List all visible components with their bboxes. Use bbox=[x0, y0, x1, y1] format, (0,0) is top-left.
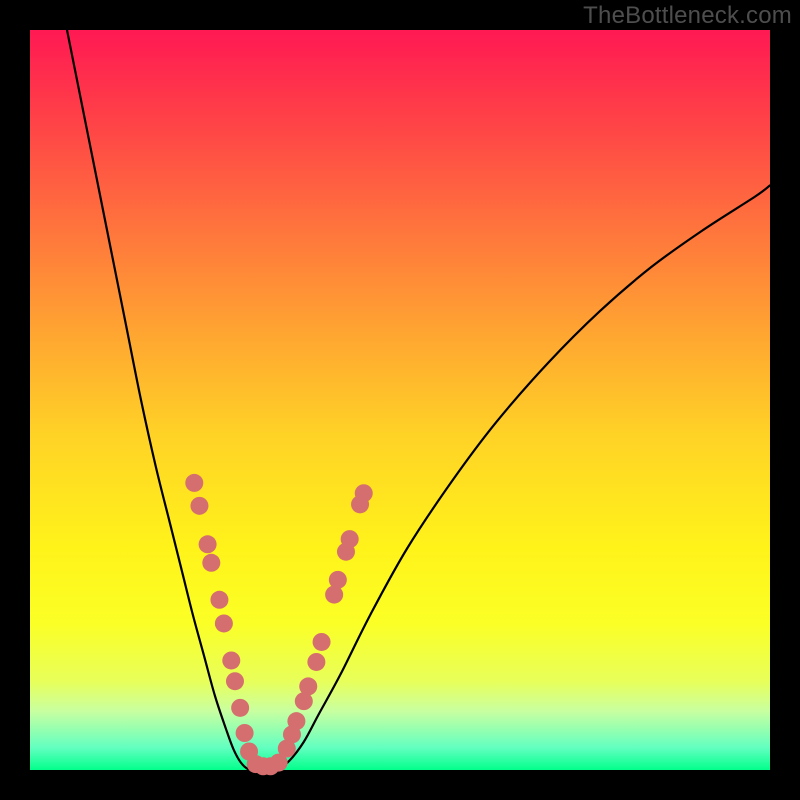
chart-svg bbox=[30, 30, 770, 770]
highlight-dot bbox=[313, 633, 331, 651]
highlight-dot bbox=[185, 474, 203, 492]
highlight-dot bbox=[307, 653, 325, 671]
highlight-dot bbox=[199, 535, 217, 553]
highlight-dot bbox=[215, 614, 233, 632]
highlight-dot bbox=[226, 672, 244, 690]
highlight-dot bbox=[287, 712, 305, 730]
highlight-dot bbox=[329, 571, 347, 589]
highlight-dot bbox=[210, 591, 228, 609]
highlight-dot bbox=[341, 530, 359, 548]
watermark-text: TheBottleneck.com bbox=[583, 2, 792, 30]
highlight-dot bbox=[222, 651, 240, 669]
highlight-dot bbox=[202, 554, 220, 572]
plot-area bbox=[30, 30, 770, 770]
highlight-dot bbox=[236, 724, 254, 742]
highlight-dots bbox=[185, 474, 372, 775]
chart-frame: TheBottleneck.com bbox=[0, 0, 800, 800]
highlight-dot bbox=[355, 484, 373, 502]
highlight-dot bbox=[190, 497, 208, 515]
highlight-dot bbox=[231, 699, 249, 717]
bottleneck-curve bbox=[67, 30, 770, 770]
highlight-dot bbox=[299, 677, 317, 695]
